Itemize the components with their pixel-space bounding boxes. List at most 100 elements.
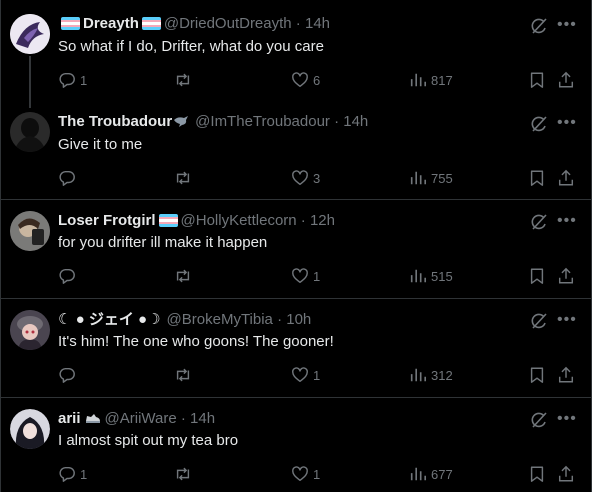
views-button[interactable]: 755	[409, 168, 453, 188]
avatar[interactable]	[10, 310, 50, 350]
reply-count: 1	[80, 72, 88, 88]
timestamp[interactable]: 14h	[343, 113, 368, 130]
avatar[interactable]	[10, 211, 50, 251]
tweet[interactable]: The Troubadour @ImTheTroubadour · 14h Giv…	[1, 104, 591, 200]
share-icon	[558, 465, 574, 482]
reply-feed: Dreayth @DriedOutDreayth · 14h So what if…	[0, 0, 592, 492]
reply-button[interactable]: 1	[58, 70, 87, 90]
repost-icon	[176, 73, 190, 87]
display-name[interactable]: Dreayth	[83, 15, 139, 32]
thread-line	[29, 56, 31, 108]
handle[interactable]: @AriiWare	[105, 410, 177, 427]
bookmark-button[interactable]	[528, 266, 546, 286]
like-button[interactable]: 1	[291, 266, 320, 286]
share-button[interactable]	[557, 266, 575, 286]
repost-button[interactable]	[174, 464, 196, 484]
tweet[interactable]: Loser Frotgirl @HollyKettlecorn · 12h for…	[1, 200, 591, 299]
tweet[interactable]: arii @AriiWare · 14h I almost spit out my…	[1, 398, 591, 492]
action-bar: 1 515	[58, 266, 578, 286]
grok-icon[interactable]	[529, 16, 549, 36]
avatar[interactable]	[10, 409, 50, 449]
tweet[interactable]: Dreayth @DriedOutDreayth · 14h So what if…	[1, 0, 591, 108]
repost-button[interactable]	[174, 266, 196, 286]
tweet-header: Dreayth @DriedOutDreayth · 14h	[58, 14, 330, 34]
sneaker-icon	[85, 412, 101, 424]
bookmark-button[interactable]	[528, 365, 546, 385]
reply-icon	[59, 367, 75, 383]
handle[interactable]: @ImTheTroubadour	[195, 113, 330, 130]
view-count: 755	[431, 170, 453, 186]
like-button[interactable]: 1	[291, 365, 320, 385]
more-icon[interactable]: •••	[557, 213, 577, 234]
share-button[interactable]	[557, 70, 575, 90]
more-icon[interactable]: •••	[557, 17, 577, 38]
reply-icon	[59, 170, 75, 186]
views-icon	[410, 467, 427, 481]
display-name[interactable]: ☾ ● ジェイ ●☽	[58, 311, 161, 328]
share-button[interactable]	[557, 168, 575, 188]
views-button[interactable]: 515	[409, 266, 453, 286]
repost-button[interactable]	[174, 168, 196, 188]
repost-icon	[176, 269, 190, 283]
views-button[interactable]: 817	[409, 70, 453, 90]
share-button[interactable]	[557, 464, 575, 484]
like-button[interactable]: 3	[291, 168, 320, 188]
reply-button[interactable]	[58, 365, 80, 385]
repost-icon	[176, 171, 190, 185]
display-name[interactable]: Loser Frotgirl	[58, 212, 156, 229]
more-icon[interactable]: •••	[557, 411, 577, 432]
like-count: 1	[313, 466, 321, 482]
repost-button[interactable]	[174, 70, 196, 90]
bookmark-button[interactable]	[528, 168, 546, 188]
grok-icon[interactable]	[529, 212, 549, 232]
like-button[interactable]: 6	[291, 70, 320, 90]
separator: ·	[329, 113, 344, 130]
view-count: 312	[431, 367, 453, 383]
reply-count: 1	[80, 466, 88, 482]
separator: ·	[291, 15, 305, 32]
view-count: 677	[431, 466, 453, 482]
reply-button[interactable]	[58, 168, 80, 188]
heart-icon	[292, 72, 308, 88]
crow-icon	[173, 114, 191, 128]
display-name[interactable]: The Troubadour	[58, 113, 172, 130]
timestamp[interactable]: 12h	[310, 212, 335, 229]
timestamp[interactable]: 14h	[305, 15, 330, 32]
timestamp[interactable]: 10h	[286, 311, 311, 328]
repost-button[interactable]	[174, 365, 196, 385]
share-icon	[558, 169, 574, 186]
avatar[interactable]	[10, 14, 50, 54]
bookmark-button[interactable]	[528, 70, 546, 90]
reply-button[interactable]: 1	[58, 464, 87, 484]
tweet-text: It's him! The one who goons! The gooner!	[58, 333, 334, 350]
handle[interactable]: @HollyKettlecorn	[181, 212, 297, 229]
tweet[interactable]: ☾ ● ジェイ ●☽ @BrokeMyTibia · 10h It's him! …	[1, 299, 591, 398]
tweet-header: ☾ ● ジェイ ●☽ @BrokeMyTibia · 10h	[58, 310, 311, 330]
like-button[interactable]: 1	[291, 464, 320, 484]
view-count: 817	[431, 72, 453, 88]
avatar[interactable]	[10, 112, 50, 152]
like-count: 1	[313, 367, 321, 383]
share-button[interactable]	[557, 365, 575, 385]
heart-icon	[292, 466, 308, 482]
display-name[interactable]: arii	[58, 410, 81, 427]
bookmark-icon	[530, 268, 544, 284]
bookmark-icon	[530, 72, 544, 88]
views-icon	[410, 73, 427, 87]
heart-icon	[292, 268, 308, 284]
bookmark-button[interactable]	[528, 464, 546, 484]
views-button[interactable]: 312	[409, 365, 453, 385]
more-icon[interactable]: •••	[557, 312, 577, 333]
handle[interactable]: @BrokeMyTibia	[167, 311, 273, 328]
timestamp[interactable]: 14h	[190, 410, 215, 427]
reply-button[interactable]	[58, 266, 80, 286]
action-bar: 3 755	[58, 168, 578, 188]
grok-icon[interactable]	[529, 410, 549, 430]
grok-icon[interactable]	[529, 114, 549, 134]
grok-icon[interactable]	[529, 311, 549, 331]
bookmark-icon	[530, 367, 544, 383]
more-icon[interactable]: •••	[557, 115, 577, 136]
heart-icon	[292, 367, 308, 383]
views-button[interactable]: 677	[409, 464, 453, 484]
handle[interactable]: @DriedOutDreayth	[164, 15, 292, 32]
